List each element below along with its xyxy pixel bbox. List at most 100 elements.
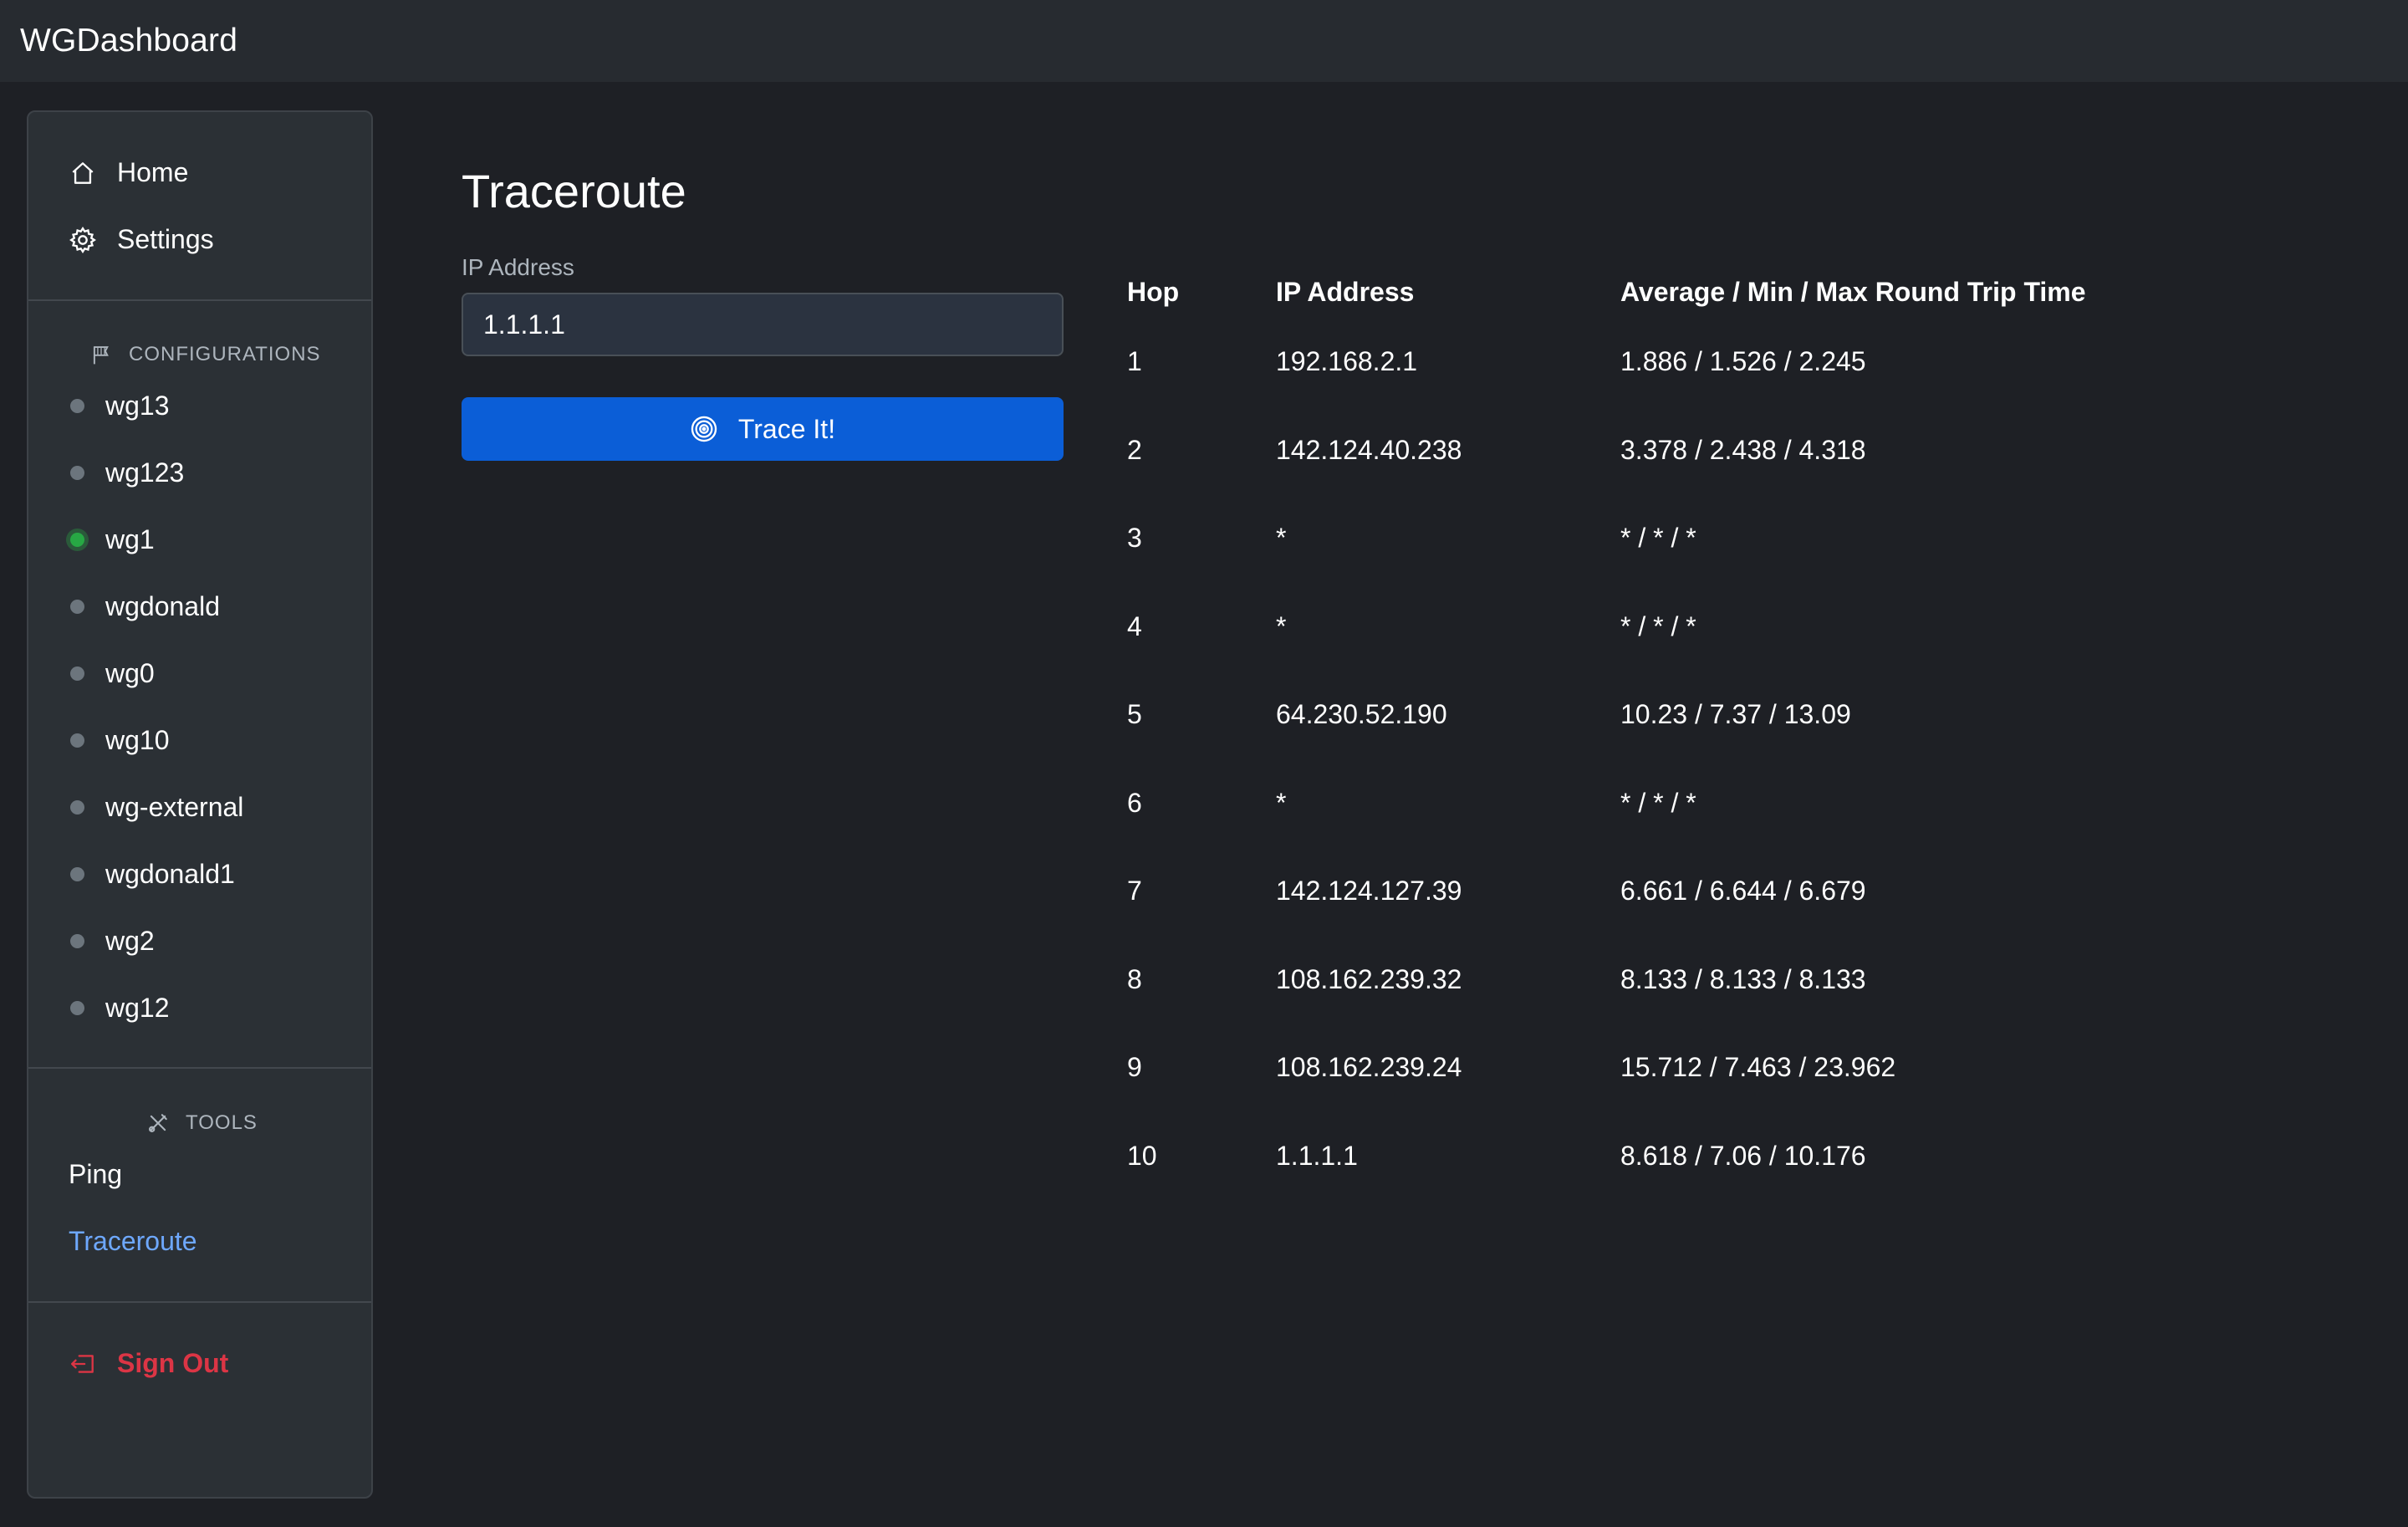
sidebar-item-settings[interactable]: Settings (69, 224, 214, 255)
ip-cell: * (1276, 523, 1287, 554)
hop-cell: 8 (1127, 963, 1142, 994)
tools-icon (147, 1112, 169, 1134)
tools-heading: TOOLS (147, 1111, 258, 1135)
sidebar-divider (28, 1301, 371, 1303)
table-header-row: Hop IP Address Average / Min / Max Round… (1127, 266, 2139, 318)
sidebar-item-label: Settings (117, 224, 214, 254)
sidebar-item-label: Home (117, 157, 189, 187)
trace-it-label: Trace It! (737, 413, 836, 444)
gear-icon (69, 226, 97, 254)
table-row: 4 * * / * / * (1127, 583, 2139, 672)
configuration-item-wg123[interactable]: wg123 (70, 457, 184, 488)
configuration-name: wg13 (105, 391, 170, 421)
table-row: 6 * * / * / * (1127, 759, 2139, 848)
table-row: 5 64.230.52.190 10.23 / 7.37 / 13.09 (1127, 671, 2139, 759)
flag-icon (90, 344, 112, 365)
configuration-item-wg2[interactable]: wg2 (70, 926, 155, 957)
ip-cell: 192.168.2.1 (1276, 346, 1418, 377)
ip-cell: 1.1.1.1 (1276, 1140, 1358, 1171)
rtt-cell: 8.618 / 7.06 / 10.176 (1620, 1140, 1866, 1171)
rtt-cell: 10.23 / 7.37 / 13.09 (1620, 699, 1851, 730)
sign-out-button[interactable]: Sign Out (69, 1348, 228, 1379)
configuration-item-wg1[interactable]: wg1 (70, 524, 155, 555)
traceroute-results-table: Hop IP Address Average / Min / Max Round… (1127, 266, 2139, 1200)
status-dot (70, 666, 84, 681)
status-dot-active (70, 533, 84, 547)
rtt-cell: 8.133 / 8.133 / 8.133 (1620, 963, 1866, 994)
sign-out-label: Sign Out (117, 1348, 229, 1378)
configuration-name: wg2 (105, 926, 155, 956)
configuration-item-wg0[interactable]: wg0 (70, 658, 155, 689)
sidebar-item-traceroute[interactable]: Traceroute (69, 1226, 197, 1257)
configuration-name: wgdonald1 (105, 859, 235, 889)
status-dot (70, 867, 84, 881)
table-row: 7 142.124.127.39 6.661 / 6.644 / 6.679 (1127, 847, 2139, 936)
configuration-name: wg1 (105, 524, 155, 554)
ip-address-input[interactable] (462, 293, 1064, 356)
ip-cell: 108.162.239.32 (1276, 963, 1462, 994)
table-row: 1 192.168.2.1 1.886 / 1.526 / 2.245 (1127, 318, 2139, 406)
sign-out-icon (69, 1350, 97, 1378)
sidebar-item-home[interactable]: Home (69, 157, 188, 188)
ip-address-label: IP Address (462, 254, 574, 280)
configuration-name: wgdonald (105, 591, 220, 621)
configuration-name: wg12 (105, 993, 170, 1023)
brand-title[interactable]: WGDashboard (20, 23, 237, 59)
hop-cell: 10 (1127, 1140, 1157, 1171)
configuration-item-wg10[interactable]: wg10 (70, 725, 170, 756)
sidebar-item-ping[interactable]: Ping (69, 1159, 122, 1190)
rtt-cell: 1.886 / 1.526 / 2.245 (1620, 346, 1866, 377)
column-header-round-trip-time: Average / Min / Max Round Trip Time (1620, 276, 2086, 307)
configuration-name: wg0 (105, 658, 155, 688)
ip-cell: 108.162.239.24 (1276, 1052, 1462, 1083)
table-row: 9 108.162.239.24 15.712 / 7.463 / 23.962 (1127, 1024, 2139, 1112)
hop-cell: 2 (1127, 434, 1142, 465)
configuration-item-wg13[interactable]: wg13 (70, 391, 170, 421)
hop-cell: 3 (1127, 523, 1142, 554)
configuration-name: wg123 (105, 457, 185, 488)
page-title: Traceroute (462, 165, 686, 217)
status-dot (70, 934, 84, 948)
table-row: 10 1.1.1.1 8.618 / 7.06 / 10.176 (1127, 1112, 2139, 1201)
configuration-name: wg10 (105, 725, 170, 755)
hop-cell: 9 (1127, 1052, 1142, 1083)
hop-cell: 7 (1127, 876, 1142, 906)
hop-cell: 6 (1127, 787, 1142, 818)
trace-it-button[interactable]: Trace It! (462, 397, 1064, 461)
rtt-cell: * / * / * (1620, 610, 1696, 641)
ip-cell: * (1276, 610, 1287, 641)
rtt-cell: 3.378 / 2.438 / 4.318 (1620, 434, 1866, 465)
hop-cell: 4 (1127, 610, 1142, 641)
configuration-item-wg-external[interactable]: wg-external (70, 792, 243, 823)
ip-cell: * (1276, 787, 1287, 818)
ip-cell: 142.124.127.39 (1276, 876, 1462, 906)
configuration-item-wg12[interactable]: wg12 (70, 993, 170, 1024)
status-dot (70, 600, 84, 614)
rtt-cell: 15.712 / 7.463 / 23.962 (1620, 1052, 1896, 1083)
status-dot (70, 733, 84, 748)
sidebar-divider (28, 299, 371, 301)
configuration-name: wg-external (105, 792, 244, 822)
rtt-cell: * / * / * (1620, 787, 1696, 818)
rtt-cell: 6.661 / 6.644 / 6.679 (1620, 876, 1866, 906)
ip-cell: 64.230.52.190 (1276, 699, 1447, 730)
table-row: 8 108.162.239.32 8.133 / 8.133 / 8.133 (1127, 936, 2139, 1024)
status-dot (70, 466, 84, 480)
rtt-cell: * / * / * (1620, 523, 1696, 554)
top-navbar: WGDashboard (0, 0, 2408, 82)
table-row: 2 142.124.40.238 3.378 / 2.438 / 4.318 (1127, 406, 2139, 495)
hop-cell: 5 (1127, 699, 1142, 730)
hop-cell: 1 (1127, 346, 1142, 377)
sidebar-divider (28, 1067, 371, 1069)
configuration-item-wgdonald1[interactable]: wgdonald1 (70, 859, 235, 890)
status-dot (70, 1001, 84, 1015)
configurations-heading: CONFIGURATIONS (90, 343, 321, 366)
ip-cell: 142.124.40.238 (1276, 434, 1462, 465)
status-dot (70, 399, 84, 413)
configuration-item-wgdonald[interactable]: wgdonald (70, 591, 220, 622)
bullseye-icon (690, 415, 718, 443)
status-dot (70, 800, 84, 815)
column-header-ip-address: IP Address (1276, 276, 1415, 307)
sidebar: Home Settings CONFIGURATIONS wg13 wg123 (27, 110, 373, 1499)
house-icon (69, 159, 97, 187)
